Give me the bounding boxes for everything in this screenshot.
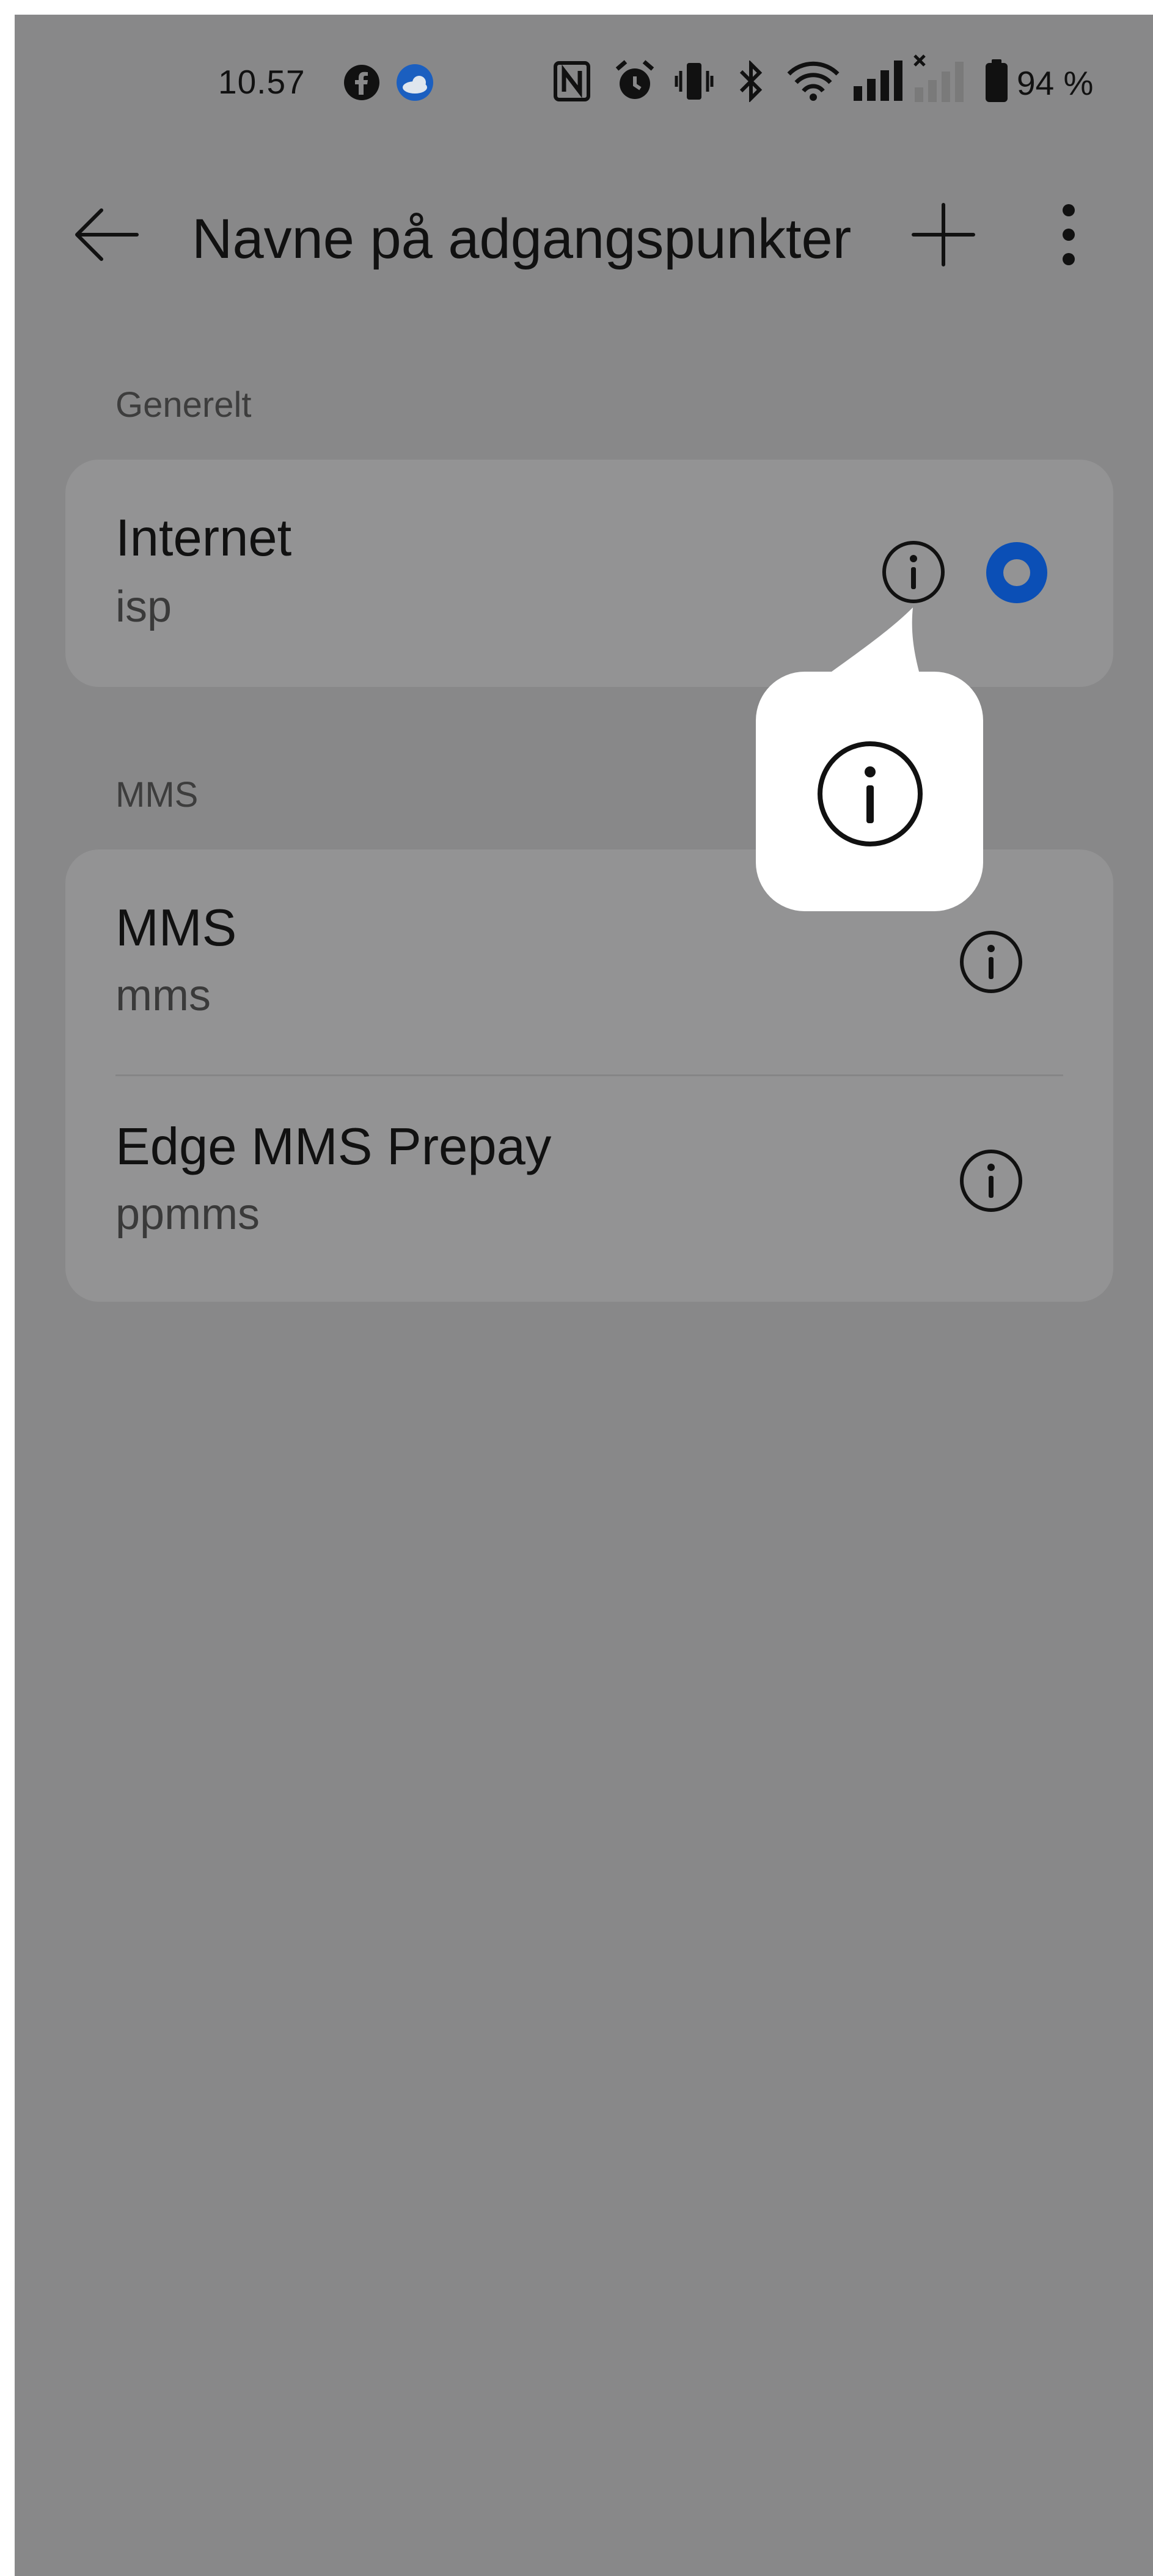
apn-name: Internet <box>115 509 292 567</box>
apn-row-edge-mms-prepay[interactable]: Edge MMS Prepay ppmms <box>65 1076 1113 1302</box>
status-time: 10.57 <box>218 63 306 101</box>
status-bar: 10.57 94 % <box>15 15 1153 149</box>
apn-info-button[interactable] <box>877 535 950 609</box>
info-icon <box>960 1150 1022 1212</box>
nfc-icon <box>552 60 591 103</box>
section-header-general: Generelt <box>115 385 252 425</box>
arrow-left-icon <box>75 208 139 261</box>
info-icon <box>818 741 923 846</box>
general-apn-card: Internet isp <box>65 460 1113 687</box>
section-header-mms: MMS <box>115 775 199 815</box>
more-vertical-icon <box>1063 204 1075 265</box>
apn-radio-selected[interactable] <box>983 539 1050 606</box>
apn-info-button[interactable] <box>954 925 1028 999</box>
facebook-icon <box>342 62 382 103</box>
add-apn-button[interactable] <box>904 195 983 274</box>
apn-value: ppmms <box>115 1190 260 1239</box>
screen: 10.57 94 % Navne på adgangspunkter Gener… <box>15 15 1153 2576</box>
alarm-icon <box>613 59 656 104</box>
more-options-button[interactable] <box>1041 195 1096 274</box>
apn-name: MMS <box>115 899 237 957</box>
apn-name: Edge MMS Prepay <box>115 1118 552 1176</box>
wifi-icon <box>786 60 841 103</box>
battery-percentage: 94 % <box>1017 64 1094 102</box>
bluetooth-icon <box>736 60 766 103</box>
apn-info-button[interactable] <box>954 1144 1028 1217</box>
radio-selected-icon <box>986 542 1047 603</box>
app-bar: Navne på adgangspunkter <box>15 174 1153 296</box>
battery-icon <box>983 59 1010 104</box>
plus-icon <box>912 203 975 266</box>
weather-icon <box>393 62 436 103</box>
vibrate-icon <box>675 61 714 101</box>
info-icon <box>960 931 1022 993</box>
back-button[interactable] <box>64 198 149 271</box>
info-icon <box>882 541 945 603</box>
callout-info-icon <box>812 736 928 852</box>
page-title: Navne på adgangspunkter <box>192 208 852 270</box>
signal-no-sim-icon <box>912 53 964 104</box>
mms-apn-card: MMS mms Edge MMS Prepay ppmms <box>65 849 1113 1302</box>
apn-row-internet[interactable]: Internet isp <box>65 460 1113 687</box>
signal-icon <box>852 59 904 103</box>
apn-value: isp <box>115 582 172 631</box>
apn-value: mms <box>115 971 211 1020</box>
